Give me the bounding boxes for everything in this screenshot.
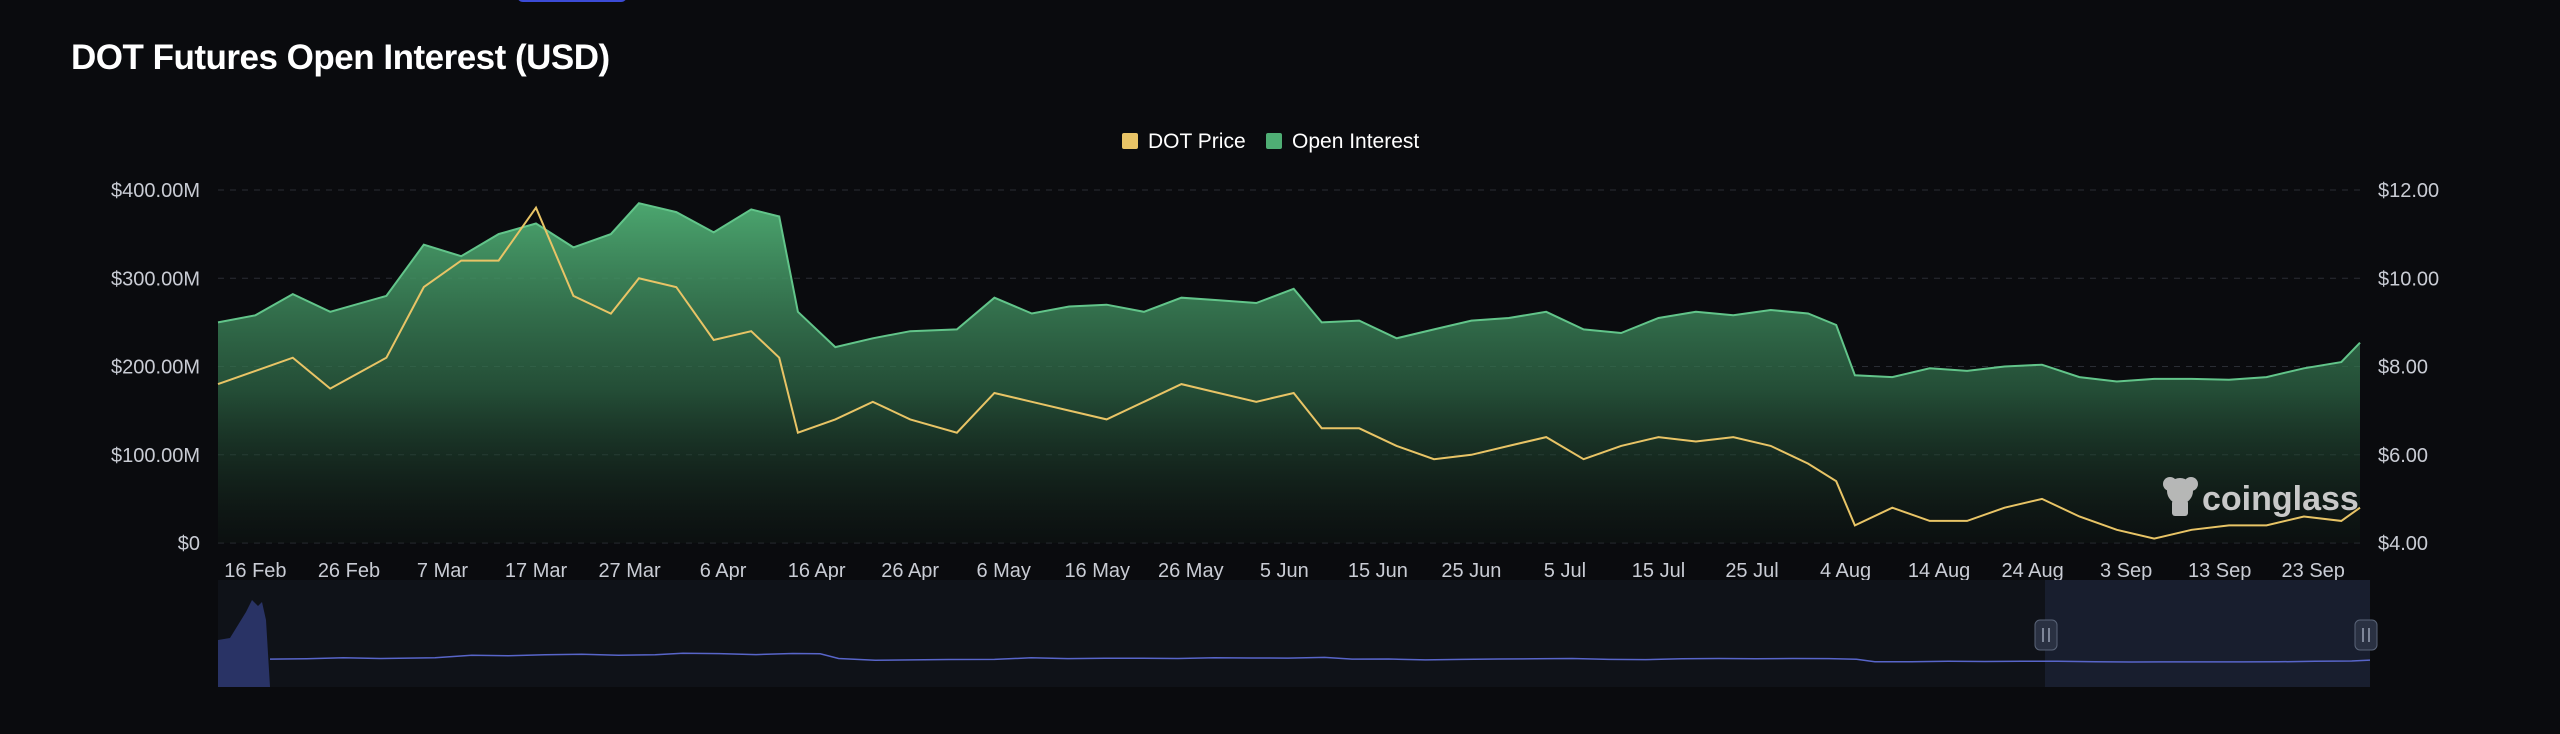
legend-label-open-interest: Open Interest [1292,130,1419,153]
navigator-handle-left[interactable] [2034,619,2058,651]
y-right-tick-label: $6.00 [2378,445,2428,467]
chart-svg: DOT Price Open Interest $0 $100.00M $200.0… [111,130,2439,687]
x-tick-label: 16 Apr [788,560,846,582]
x-tick-label: 16 Feb [224,560,286,582]
x-tick-label: 24 Aug [2001,560,2063,582]
y-right-tick-label: $4.00 [2378,533,2428,555]
navigator-handle-right[interactable] [2354,619,2378,651]
x-tick-label: 6 May [976,560,1030,582]
legend-item-dot-price[interactable]: DOT Price [1122,130,1246,153]
y-right-tick-label: $10.00 [2378,268,2439,290]
x-tick-label: 5 Jul [1544,560,1586,582]
y-axis-right: $4.00 $6.00 $8.00 $10.00 $12.00 [2378,180,2439,555]
y-right-tick-label: $8.00 [2378,357,2428,379]
y-left-tick-label: $0 [178,533,200,555]
x-tick-label: 15 Jun [1348,560,1408,582]
y-axis-left: $0 $100.00M $200.00M $300.00M $400.00M [111,180,200,555]
legend-swatch-dot-price [1122,133,1138,149]
navigator[interactable] [218,580,2378,687]
x-tick-label: 6 Apr [700,560,747,582]
x-tick-label: 13 Sep [2188,560,2251,582]
x-tick-label: 27 Mar [598,560,661,582]
x-tick-label: 14 Aug [1908,560,1970,582]
y-left-tick-label: $300.00M [111,268,200,290]
x-tick-label: 5 Jun [1260,560,1309,582]
x-tick-label: 17 Mar [505,560,568,582]
x-tick-label: 26 Feb [318,560,380,582]
x-tick-label: 16 May [1064,560,1130,582]
y-left-tick-label: $400.00M [111,180,200,202]
legend-label-dot-price: DOT Price [1148,130,1246,153]
x-axis: 16 Feb 26 Feb 7 Mar 17 Mar 27 Mar 6 Apr 16 Apr… [224,560,2345,582]
open-interest-area [218,203,2360,543]
y-left-tick-label: $200.00M [111,357,200,379]
navigator-selected-range[interactable] [2045,580,2370,687]
watermark-text: coinglass [2202,480,2359,518]
x-tick-label: 4 Aug [1820,560,1871,582]
x-tick-label: 25 Jul [1725,560,1778,582]
x-tick-label: 7 Mar [417,560,468,582]
x-tick-label: 25 Jun [1441,560,1501,582]
legend-swatch-open-interest [1266,133,1282,149]
legend-item-open-interest[interactable]: Open Interest [1266,130,1419,153]
x-tick-label: 26 Apr [881,560,939,582]
y-right-tick-label: $12.00 [2378,180,2439,202]
x-tick-label: 23 Sep [2282,560,2345,582]
x-tick-label: 3 Sep [2100,560,2152,582]
y-left-tick-label: $100.00M [111,445,200,467]
x-tick-label: 26 May [1158,560,1224,582]
x-tick-label: 15 Jul [1632,560,1685,582]
legend: DOT Price Open Interest [1122,130,1419,153]
